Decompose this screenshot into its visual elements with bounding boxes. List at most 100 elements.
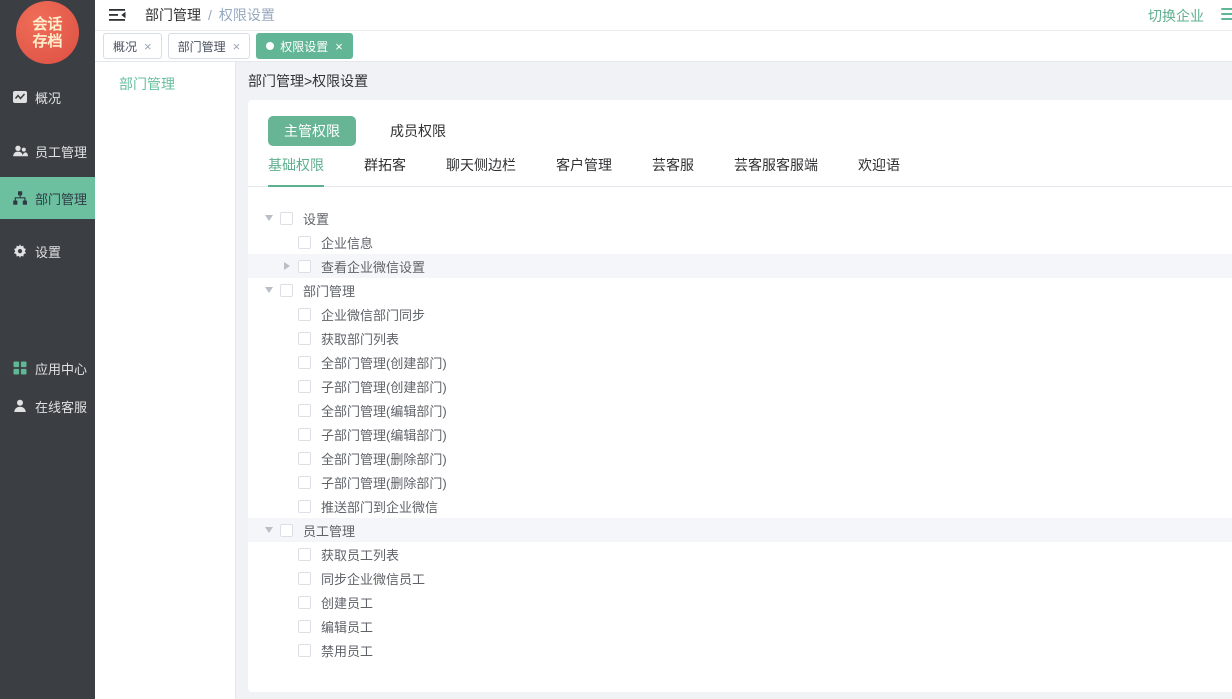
checkbox[interactable]: [298, 260, 311, 273]
tree-node-label[interactable]: 获取员工列表: [321, 545, 399, 564]
sidebar-item[interactable]: 应用中心: [0, 347, 95, 389]
tree-node-label[interactable]: 子部门管理(创建部门): [321, 377, 447, 396]
checkbox[interactable]: [298, 572, 311, 585]
tree-node[interactable]: 设置: [248, 206, 1232, 230]
tree-node-label[interactable]: 全部门管理(创建部门): [321, 353, 447, 372]
checkbox[interactable]: [298, 308, 311, 321]
checkbox[interactable]: [298, 380, 311, 393]
tree-node-label[interactable]: 编辑员工: [321, 617, 373, 636]
checkbox[interactable]: [280, 524, 293, 537]
tree-node-label[interactable]: 创建员工: [321, 593, 373, 612]
checkbox[interactable]: [298, 620, 311, 633]
tree-node[interactable]: 推送部门到企业微信: [248, 494, 1232, 518]
permission-tab[interactable]: 群拓客: [364, 156, 406, 187]
checkbox[interactable]: [298, 428, 311, 441]
tree-node[interactable]: 查看企业微信设置: [248, 254, 1232, 278]
employees-icon: [12, 143, 28, 159]
tree-node[interactable]: 获取员工列表: [248, 542, 1232, 566]
checkbox[interactable]: [298, 476, 311, 489]
permission-tree: 设置企业信息查看企业微信设置部门管理企业微信部门同步获取部门列表全部门管理(创建…: [248, 206, 1232, 662]
settings-gear-icon: [12, 243, 28, 259]
checkbox[interactable]: [280, 284, 293, 297]
permission-tab[interactable]: 芸客服: [652, 156, 694, 187]
role-button[interactable]: 成员权限: [374, 116, 462, 146]
tree-node[interactable]: 创建员工: [248, 590, 1232, 614]
tree-node[interactable]: 子部门管理(删除部门): [248, 470, 1232, 494]
sidebar-item[interactable]: 部门管理: [0, 177, 95, 219]
subnav-panel: 部门管理: [95, 62, 236, 699]
tree-node-label[interactable]: 获取部门列表: [321, 329, 399, 348]
tree-node[interactable]: 企业信息: [248, 230, 1232, 254]
role-button[interactable]: 主管权限: [268, 116, 356, 146]
checkbox[interactable]: [280, 212, 293, 225]
tree-node-label[interactable]: 子部门管理(编辑部门): [321, 425, 447, 444]
tree-node-label[interactable]: 企业微信部门同步: [321, 305, 425, 324]
tree-node-label[interactable]: 设置: [303, 209, 329, 228]
sidebar-fold-icon[interactable]: [109, 7, 127, 23]
view-tab-bar: 概况 × 部门管理 × 权限设置 ×: [95, 31, 1232, 62]
checkbox[interactable]: [298, 500, 311, 513]
tree-node-label[interactable]: 子部门管理(删除部门): [321, 473, 447, 492]
tree-node-label[interactable]: 企业信息: [321, 233, 373, 252]
tree-node[interactable]: 全部门管理(删除部门): [248, 446, 1232, 470]
sidebar-item[interactable]: 设置: [0, 230, 95, 272]
checkbox[interactable]: [298, 356, 311, 369]
tree-node-label[interactable]: 推送部门到企业微信: [321, 497, 438, 516]
sidebar-item-label: 员工管理: [35, 142, 87, 161]
permission-tab[interactable]: 欢迎语: [858, 156, 900, 187]
close-tab-icon[interactable]: ×: [233, 40, 241, 53]
app-logo[interactable]: 会话 存档: [16, 1, 79, 64]
tree-node[interactable]: 编辑员工: [248, 614, 1232, 638]
sidebar-item[interactable]: 在线客服: [0, 385, 95, 427]
tree-node[interactable]: 子部门管理(编辑部门): [248, 422, 1232, 446]
tree-node[interactable]: 企业微信部门同步: [248, 302, 1232, 326]
view-tab-label: 权限设置: [280, 38, 328, 55]
permission-tab[interactable]: 基础权限: [268, 156, 324, 187]
sidebar-item[interactable]: 员工管理: [0, 130, 95, 172]
permission-card: 主管权限成员权限 基础权限 群拓客 聊天侧边栏 客户管理 芸客服 芸客服客服端 欢迎语 设置…: [248, 100, 1232, 692]
subnav-item-departments[interactable]: 部门管理: [95, 62, 235, 106]
tree-node[interactable]: 子部门管理(创建部门): [248, 374, 1232, 398]
tree-node-label[interactable]: 禁用员工: [321, 641, 373, 660]
caret-down-icon[interactable]: [264, 527, 280, 533]
tree-node[interactable]: 全部门管理(编辑部门): [248, 398, 1232, 422]
view-tab[interactable]: 权限设置 ×: [256, 33, 353, 59]
checkbox[interactable]: [298, 596, 311, 609]
checkbox[interactable]: [298, 452, 311, 465]
tree-node-label[interactable]: 部门管理: [303, 281, 355, 300]
caret-down-icon[interactable]: [264, 215, 280, 221]
tree-node[interactable]: 员工管理: [248, 518, 1232, 542]
tree-node[interactable]: 部门管理: [248, 278, 1232, 302]
tree-node-label[interactable]: 同步企业微信员工: [321, 569, 425, 588]
close-tab-icon[interactable]: ×: [335, 40, 343, 53]
view-tab[interactable]: 概况 ×: [103, 33, 162, 59]
caret-right-icon[interactable]: [282, 262, 298, 270]
checkbox[interactable]: [298, 332, 311, 345]
permission-tab[interactable]: 聊天侧边栏: [446, 156, 516, 187]
close-tab-icon[interactable]: ×: [144, 40, 152, 53]
view-tab-label: 概况: [113, 38, 137, 55]
tree-node[interactable]: 禁用员工: [248, 638, 1232, 662]
departments-icon: [12, 190, 28, 206]
view-tab[interactable]: 部门管理 ×: [168, 33, 251, 59]
page-title: 部门管理>权限设置: [236, 62, 1232, 100]
view-tab-label: 部门管理: [178, 38, 226, 55]
checkbox[interactable]: [298, 644, 311, 657]
sidebar-item[interactable]: 概况: [0, 76, 95, 118]
permission-tab[interactable]: 芸客服客服端: [734, 156, 818, 187]
checkbox[interactable]: [298, 404, 311, 417]
switch-company-link[interactable]: 切换企业: [1148, 6, 1204, 26]
tree-node-label[interactable]: 全部门管理(编辑部门): [321, 401, 447, 420]
checkbox[interactable]: [298, 236, 311, 249]
caret-down-icon[interactable]: [264, 287, 280, 293]
tree-node[interactable]: 全部门管理(创建部门): [248, 350, 1232, 374]
breadcrumb-section[interactable]: 部门管理: [145, 7, 201, 23]
tree-node[interactable]: 同步企业微信员工: [248, 566, 1232, 590]
tree-node-label[interactable]: 全部门管理(删除部门): [321, 449, 447, 468]
user-menu-icon[interactable]: [1221, 8, 1232, 23]
permission-tab[interactable]: 客户管理: [556, 156, 612, 187]
tree-node-label[interactable]: 查看企业微信设置: [321, 257, 425, 276]
tree-node-label[interactable]: 员工管理: [303, 521, 355, 540]
tree-node[interactable]: 获取部门列表: [248, 326, 1232, 350]
checkbox[interactable]: [298, 548, 311, 561]
